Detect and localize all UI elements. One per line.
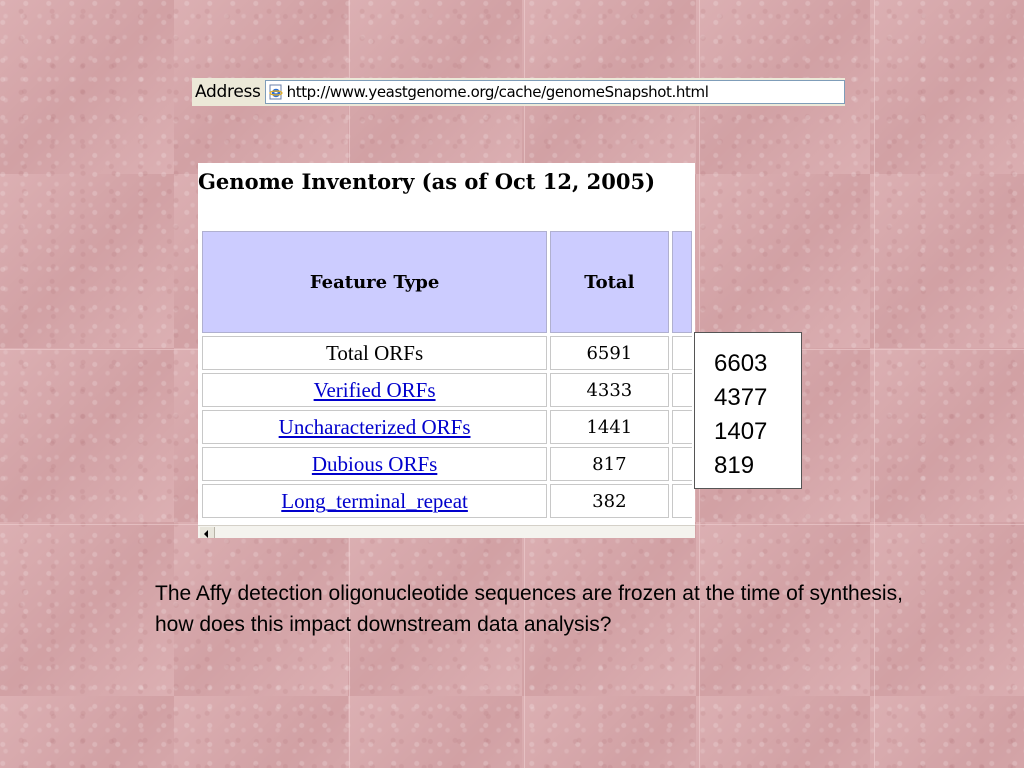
- updated-count: 4377: [714, 384, 768, 411]
- updated-count: 819: [714, 452, 755, 479]
- table-row: Total ORFs 6591: [202, 336, 692, 370]
- feature-link[interactable]: Verified ORFs: [314, 378, 436, 402]
- table-row: Verified ORFs 4333: [202, 373, 692, 407]
- feature-cell: Total ORFs: [202, 336, 548, 370]
- feature-label: Total ORFs: [326, 340, 424, 365]
- scroll-left-arrow-icon[interactable]: [200, 527, 215, 538]
- truncated-cell: [671, 447, 692, 481]
- address-label: Address: [195, 82, 261, 102]
- horizontal-scrollbar[interactable]: [198, 525, 695, 538]
- address-url: http://www.yeastgenome.org/cache/genomeS…: [286, 83, 709, 101]
- address-bar: Address http://www.yeastgenome.org/cache…: [192, 78, 845, 106]
- total-header: Total: [550, 231, 669, 333]
- total-cell: 817: [550, 447, 669, 481]
- table-row: Long_terminal_repeat 382: [202, 484, 692, 518]
- total-cell: 6591: [550, 336, 669, 370]
- updated-counts-box: 6603 4377 1407 819: [694, 332, 802, 489]
- background-seam: [874, 0, 875, 768]
- feature-link[interactable]: Long_terminal_repeat: [281, 489, 468, 513]
- table-header-row: Feature Type Total: [202, 231, 692, 333]
- inventory-heading: Genome Inventory (as of Oct 12, 2005): [198, 169, 656, 194]
- updated-count: 6603: [714, 350, 768, 377]
- feature-cell: Uncharacterized ORFs: [202, 410, 548, 444]
- total-cell: 1441: [550, 410, 669, 444]
- truncated-cell: [671, 484, 692, 518]
- feature-link[interactable]: Uncharacterized ORFs: [279, 415, 471, 439]
- feature-cell: Dubious ORFs: [202, 447, 548, 481]
- feature-cell: Long_terminal_repeat: [202, 484, 548, 518]
- question-caption: The Affy detection oligonucleotide seque…: [155, 582, 903, 636]
- genome-inventory-panel: Genome Inventory (as of Oct 12, 2005) Fe…: [198, 163, 695, 538]
- truncated-cell: [671, 410, 692, 444]
- ie-page-icon: [269, 84, 283, 100]
- feature-type-header: Feature Type: [202, 231, 548, 333]
- total-cell: 4333: [550, 373, 669, 407]
- total-cell: 382: [550, 484, 669, 518]
- feature-link[interactable]: Dubious ORFs: [312, 452, 437, 476]
- updated-count: 1407: [714, 418, 768, 445]
- truncated-cell: [671, 373, 692, 407]
- table-row: Uncharacterized ORFs 1441: [202, 410, 692, 444]
- address-field[interactable]: http://www.yeastgenome.org/cache/genomeS…: [264, 80, 845, 104]
- feature-cell: Verified ORFs: [202, 373, 548, 407]
- truncated-column-header: [671, 231, 692, 333]
- inventory-table: Feature Type Total Total ORFs 6591 Verif…: [199, 228, 695, 521]
- table-row: Dubious ORFs 817: [202, 447, 692, 481]
- truncated-cell: [671, 336, 692, 370]
